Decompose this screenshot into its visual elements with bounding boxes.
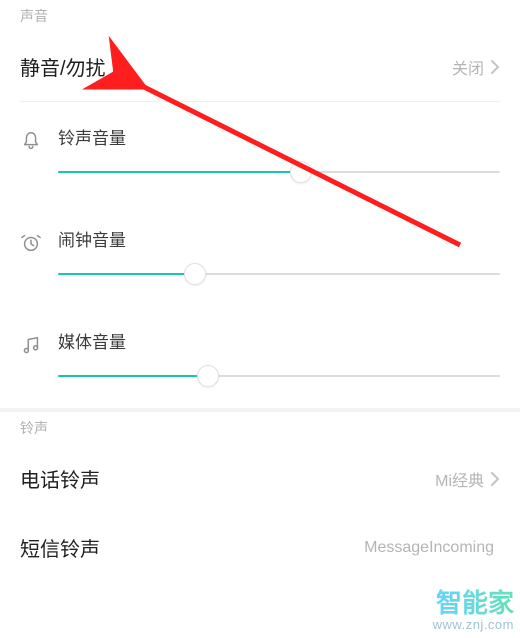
chevron-right-icon: [490, 471, 500, 487]
phone-ringtone-row[interactable]: 电话铃声 Mi经典: [0, 444, 520, 513]
dnd-row[interactable]: 静音/勿扰 关闭: [0, 32, 520, 101]
sms-ringtone-title: 短信铃声: [20, 533, 100, 562]
dnd-value: 关闭: [452, 55, 484, 79]
music-note-icon: [20, 324, 50, 356]
settings-page: 声音 静音/勿扰 关闭 铃声音量 闹钟音量: [0, 0, 520, 638]
alarm-clock-icon: [20, 222, 50, 254]
chevron-right-icon: [490, 59, 500, 75]
ringer-volume-block: 铃声音量: [0, 102, 520, 204]
sms-ringtone-value: MessageIncoming: [364, 539, 494, 557]
media-volume-block: 媒体音量: [0, 306, 520, 408]
sms-ringtone-row[interactable]: 短信铃声 MessageIncoming: [0, 513, 520, 582]
ringer-volume-slider[interactable]: [58, 162, 500, 182]
section-label-ringtone: 铃声: [0, 412, 520, 444]
dnd-title: 静音/勿扰: [20, 52, 106, 81]
phone-ringtone-title: 电话铃声: [20, 464, 100, 493]
media-volume-label: 媒体音量: [58, 328, 126, 353]
alarm-volume-label: 闹钟音量: [58, 226, 126, 251]
ringer-volume-label: 铃声音量: [58, 124, 126, 149]
phone-ringtone-value: Mi经典: [435, 467, 484, 491]
alarm-volume-slider[interactable]: [58, 264, 500, 284]
section-label-sound: 声音: [0, 0, 520, 32]
media-volume-slider[interactable]: [58, 366, 500, 386]
bell-icon: [20, 120, 50, 152]
alarm-volume-block: 闹钟音量: [0, 204, 520, 306]
